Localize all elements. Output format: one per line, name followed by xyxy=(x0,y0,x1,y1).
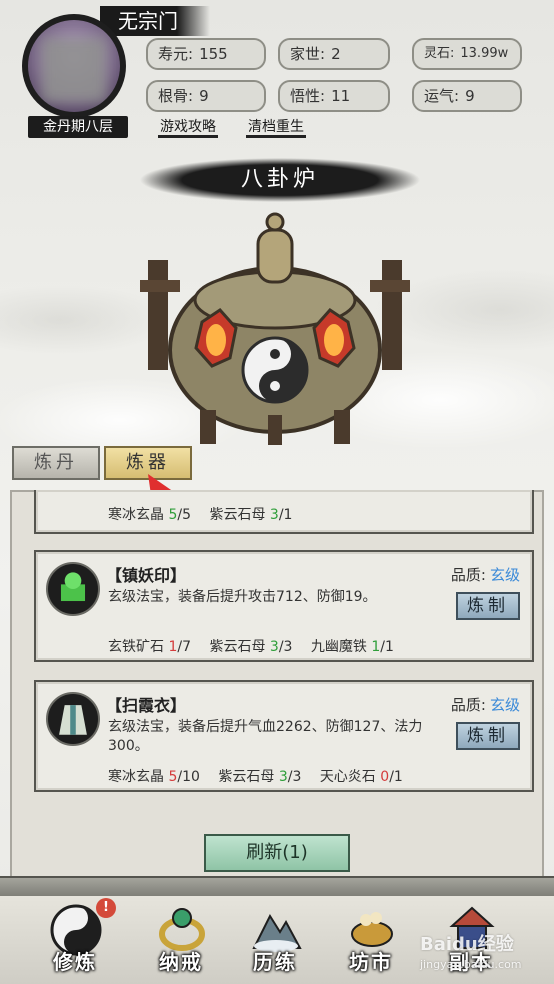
tab-alchemy[interactable]: 炼丹 xyxy=(12,446,100,480)
stat-root: 根骨: 9 xyxy=(146,80,266,112)
nav-item-market[interactable]: 坊市 xyxy=(326,896,416,984)
craft-button[interactable]: 炼制 xyxy=(456,722,520,750)
nav-item-ring[interactable]: 纳戒 xyxy=(136,896,226,984)
craft-button[interactable]: 炼制 xyxy=(456,592,520,620)
recipe-list[interactable]: 寒冰玄晶 5/5 紫云石母 3/1 【镇妖印】 品质: 玄级 玄级法宝，装备后提升… xyxy=(10,490,544,878)
item-name: 【扫霞衣】 xyxy=(106,696,187,715)
watermark: Baidu经验 jingyan.baidu.com xyxy=(420,934,522,971)
materials-line: 寒冰玄晶 5/10 紫云石母 3/3 天心炎石 0/1 xyxy=(108,769,403,785)
game-guide-link[interactable]: 游戏攻略 xyxy=(158,116,218,138)
nav-divider xyxy=(0,876,554,898)
quality-label: 品质: 玄级 xyxy=(450,696,520,714)
refresh-button[interactable]: 刷新(1) xyxy=(204,834,350,872)
quality-label: 品质: 玄级 xyxy=(450,566,520,584)
stat-spirit-stones: 灵石: 13.99w xyxy=(412,38,522,70)
nav-label: 修炼 xyxy=(53,950,97,974)
stat-lifespan: 寿元: 155 xyxy=(146,38,266,70)
bagua-furnace-icon xyxy=(140,212,410,445)
page-title: 八卦炉 xyxy=(140,158,420,202)
list-item: 【扫霞衣】 品质: 玄级 玄级法宝，装备后提升气血2262、防御127、法力300… xyxy=(34,680,534,792)
item-name: 【镇妖印】 xyxy=(106,566,187,585)
robe-icon xyxy=(46,692,100,746)
jade-seal-icon xyxy=(46,562,100,616)
materials-line: 寒冰玄晶 5/5 紫云石母 3/1 xyxy=(108,507,293,523)
avatar[interactable] xyxy=(22,14,126,118)
stat-family: 家世: 2 xyxy=(278,38,390,70)
nav-label: 历练 xyxy=(253,950,297,974)
nav-label: 坊市 xyxy=(349,950,393,974)
list-item: 【镇妖印】 品质: 玄级 玄级法宝，装备后提升攻击712、防御19。 炼制 玄铁矿… xyxy=(34,550,534,662)
item-description: 玄级法宝，装备后提升攻击712、防御19。 xyxy=(108,589,377,605)
sect-name: 无宗门 xyxy=(100,6,210,36)
item-description: 玄级法宝，装备后提升气血2262、防御127、法力300。 xyxy=(108,719,423,754)
avatar-image xyxy=(28,20,120,112)
materials-line: 玄铁矿石 1/7 紫云石母 3/3 九幽魔铁 1/1 xyxy=(108,639,394,655)
stat-luck: 运气: 9 xyxy=(412,80,522,112)
reset-save-link[interactable]: 清档重生 xyxy=(246,116,306,138)
stat-comprehension: 悟性: 11 xyxy=(278,80,390,112)
nav-label: 纳戒 xyxy=(159,950,203,974)
nav-item-train[interactable]: 历练 xyxy=(230,896,320,984)
notification-badge: ! xyxy=(96,898,116,918)
list-item: 寒冰玄晶 5/5 紫云石母 3/1 xyxy=(34,490,534,534)
realm-label: 金丹期八层 xyxy=(28,116,128,138)
